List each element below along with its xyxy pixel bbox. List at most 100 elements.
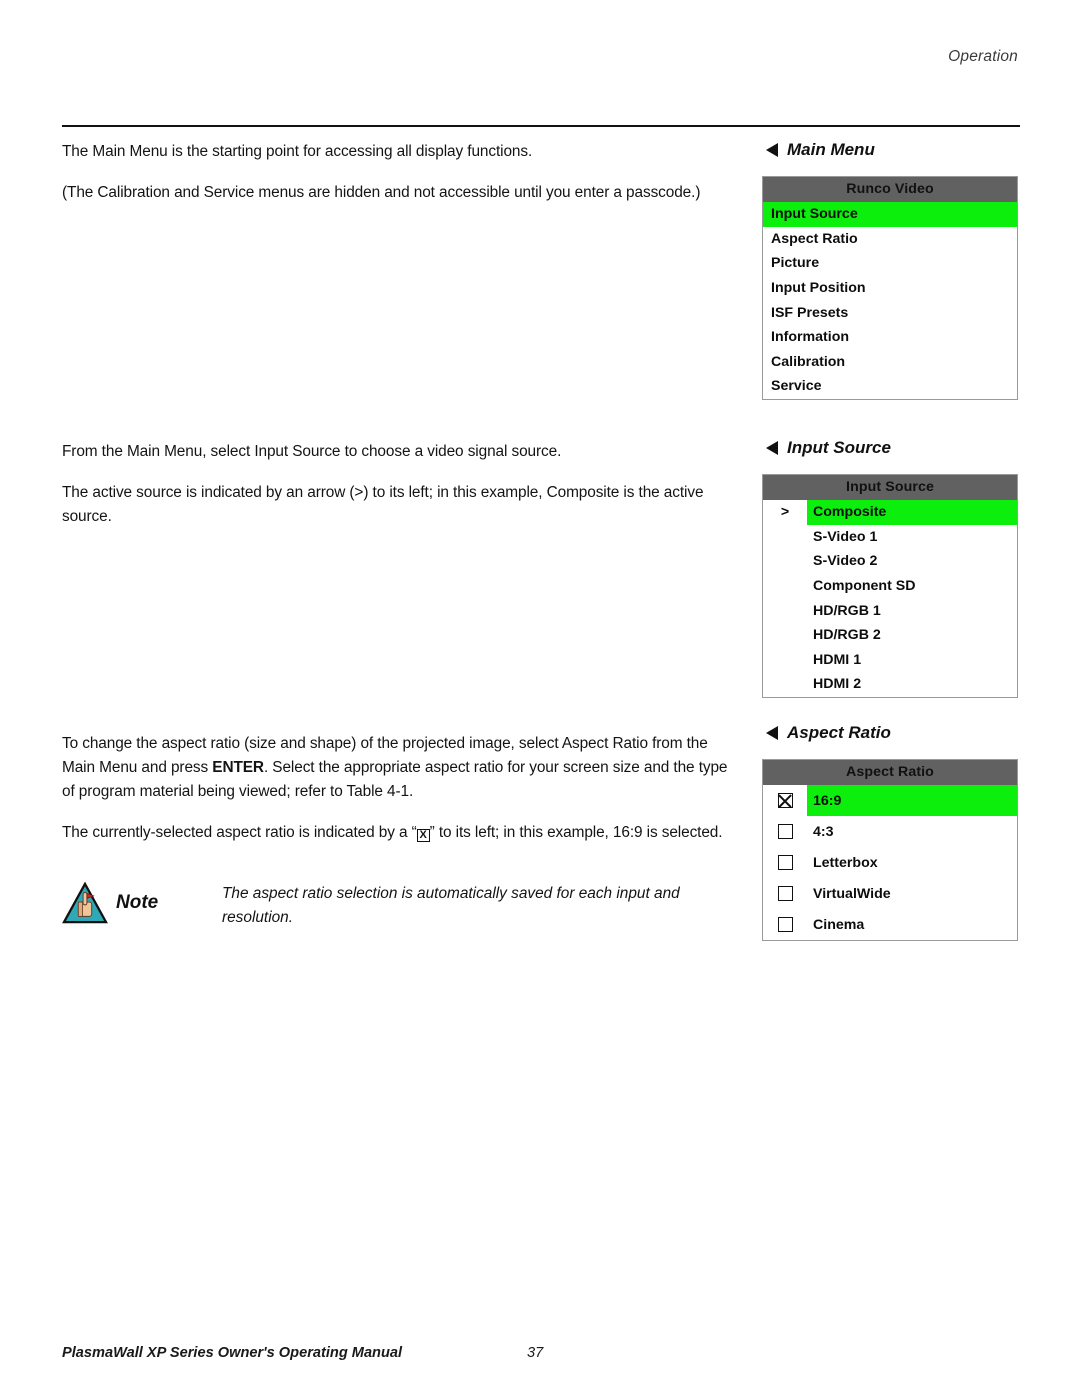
osd-panel-title: Aspect Ratio xyxy=(763,760,1017,785)
aspect-item-label: 4:3 xyxy=(813,823,834,840)
osd-caption-label: Main Menu xyxy=(787,140,875,159)
paragraph: (The Calibration and Service menus are h… xyxy=(62,184,701,201)
aspect-item-label: VirtualWide xyxy=(813,885,891,902)
osd-panel-title: Runco Video xyxy=(763,177,1017,202)
menu-item-calibration[interactable]: Calibration xyxy=(763,350,1017,375)
checkbox-unchecked-icon[interactable] xyxy=(777,886,793,901)
osd-aspect-ratio-rows: 16:9 4:3 Letterbox VirtualWide Cinema xyxy=(763,785,1017,940)
source-item-label: HDMI 2 xyxy=(813,676,862,693)
osd-aspect-ratio-panel: Aspect Ratio 16:9 4:3 Letterbox VirtualW… xyxy=(762,759,1018,941)
aspect-item-letterbox[interactable]: Letterbox xyxy=(763,847,1017,878)
aspect-item-virtualwide[interactable]: VirtualWide xyxy=(763,878,1017,909)
triangle-left-icon xyxy=(766,143,778,157)
osd-main-menu-caption: Main Menu xyxy=(766,140,1020,160)
source-item-label: S-Video 1 xyxy=(813,528,878,545)
source-item-hdmi-2[interactable]: HDMI 2 xyxy=(763,672,1017,697)
aspect-checkbox-cell[interactable] xyxy=(763,886,807,901)
menu-item-information[interactable]: Information xyxy=(763,325,1017,350)
paragraph: The active source is indicated by an arr… xyxy=(62,484,704,525)
aspect-item-label-area: 16:9 xyxy=(807,785,1017,816)
checkbox-checked-icon[interactable] xyxy=(777,793,793,808)
menu-item-input-source[interactable]: Input Source xyxy=(763,202,1017,227)
aspect-item-label-area: Letterbox xyxy=(807,847,1017,878)
menu-item-label: Input Position xyxy=(771,280,866,297)
source-item-label-area: HD/RGB 1 xyxy=(807,598,1017,623)
source-item-label: HD/RGB 1 xyxy=(813,602,881,619)
aspect-item-4-3[interactable]: 4:3 xyxy=(763,816,1017,847)
enter-key-emphasis: ENTER xyxy=(212,759,264,776)
menu-item-service[interactable]: Service xyxy=(763,374,1017,399)
source-item-label-area: HDMI 2 xyxy=(807,672,1017,697)
source-item-s-video-2[interactable]: S-Video 2 xyxy=(763,549,1017,574)
footer-manual-title: PlasmaWall XP Series Owner's Operating M… xyxy=(62,1345,403,1361)
checkbox-unchecked-icon[interactable] xyxy=(777,824,793,839)
note-label: Note xyxy=(116,892,159,913)
menu-item-label: Aspect Ratio xyxy=(771,230,858,247)
menu-item-input-position[interactable]: Input Position xyxy=(763,276,1017,301)
note-hand-triangle-icon xyxy=(62,882,108,924)
aspect-item-label: Letterbox xyxy=(813,854,878,871)
paragraph-text-b: ” to its left; in this example, 16:9 is … xyxy=(429,824,723,841)
aspect-checkbox-cell[interactable] xyxy=(763,917,807,932)
osd-input-source-caption: Input Source xyxy=(766,438,1020,458)
main-menu-description-block: The Main Menu is the starting point for … xyxy=(62,140,742,205)
paragraph: The currently-selected aspect ratio is i… xyxy=(62,821,742,845)
source-item-hdmi-1[interactable]: HDMI 1 xyxy=(763,648,1017,673)
aspect-item-label: 16:9 xyxy=(813,792,842,809)
paragraph: The Main Menu is the starting point for … xyxy=(62,143,533,160)
footer-page-number: 37 xyxy=(527,1345,544,1361)
menu-item-picture[interactable]: Picture xyxy=(763,251,1017,276)
aspect-checkbox-cell[interactable] xyxy=(763,855,807,870)
menu-item-label: Service xyxy=(771,378,822,395)
menu-item-isf-presets[interactable]: ISF Presets xyxy=(763,300,1017,325)
menu-item-label: ISF Presets xyxy=(771,304,849,321)
aspect-checkbox-cell[interactable] xyxy=(763,824,807,839)
osd-aspect-ratio-group: Aspect Ratio Aspect Ratio 16:9 4:3 Lette… xyxy=(762,723,1020,941)
source-item-s-video-1[interactable]: S-Video 1 xyxy=(763,525,1017,550)
note-label-group: Note xyxy=(62,878,222,924)
source-item-label: HD/RGB 2 xyxy=(813,627,881,644)
input-source-description-block: From the Main Menu, select Input Source … xyxy=(62,440,742,529)
paragraph-text-a: The currently-selected aspect ratio is i… xyxy=(62,824,417,841)
running-header: Operation xyxy=(948,48,1018,65)
menu-item-aspect-ratio[interactable]: Aspect Ratio xyxy=(763,227,1017,252)
osd-aspect-ratio-caption: Aspect Ratio xyxy=(766,723,1020,743)
aspect-item-16-9[interactable]: 16:9 xyxy=(763,785,1017,816)
menu-item-label: Calibration xyxy=(771,353,846,370)
note-text: The aspect ratio selection is automatica… xyxy=(222,885,680,926)
source-item-composite[interactable]: > Composite xyxy=(763,500,1017,525)
aspect-checkbox-cell[interactable] xyxy=(763,793,807,808)
osd-panel-title: Input Source xyxy=(763,475,1017,500)
source-item-label-area: Composite xyxy=(807,500,1017,525)
aspect-item-cinema[interactable]: Cinema xyxy=(763,909,1017,940)
aspect-item-label-area: 4:3 xyxy=(807,816,1017,847)
checkbox-x-glyph-icon: X xyxy=(416,829,430,842)
aspect-item-label-area: Cinema xyxy=(807,909,1017,940)
menu-item-label: Input Source xyxy=(771,206,858,223)
osd-caption-label: Input Source xyxy=(787,438,891,457)
triangle-left-icon xyxy=(766,726,778,740)
aspect-item-label: Cinema xyxy=(813,916,865,933)
source-item-label: S-Video 2 xyxy=(813,553,878,570)
osd-input-source-panel: Input Source > Composite S-Video 1 S-Vid… xyxy=(762,474,1018,698)
menu-item-label: Picture xyxy=(771,255,820,272)
menu-item-label: Information xyxy=(771,329,850,346)
source-item-label-area: HDMI 1 xyxy=(807,648,1017,673)
source-item-label-area: S-Video 1 xyxy=(807,525,1017,550)
source-item-component-sd[interactable]: Component SD xyxy=(763,574,1017,599)
source-item-label-area: Component SD xyxy=(807,574,1017,599)
active-source-arrow-icon: > xyxy=(780,504,790,521)
aspect-ratio-description-block: To change the aspect ratio (size and sha… xyxy=(62,732,742,845)
triangle-left-icon xyxy=(766,441,778,455)
osd-input-source-group: Input Source Input Source > Composite S-… xyxy=(762,438,1020,698)
header-rule xyxy=(62,125,1020,127)
source-item-label-area: S-Video 2 xyxy=(807,549,1017,574)
source-item-label: Composite xyxy=(813,504,887,521)
source-item-hd-rgb-1[interactable]: HD/RGB 1 xyxy=(763,598,1017,623)
source-item-hd-rgb-2[interactable]: HD/RGB 2 xyxy=(763,623,1017,648)
osd-caption-label: Aspect Ratio xyxy=(787,723,891,742)
osd-input-source-rows: > Composite S-Video 1 S-Video 2 Componen… xyxy=(763,500,1017,697)
osd-main-menu-rows: Input Source Aspect Ratio Picture Input … xyxy=(763,202,1017,399)
checkbox-unchecked-icon[interactable] xyxy=(777,855,793,870)
checkbox-unchecked-icon[interactable] xyxy=(777,917,793,932)
